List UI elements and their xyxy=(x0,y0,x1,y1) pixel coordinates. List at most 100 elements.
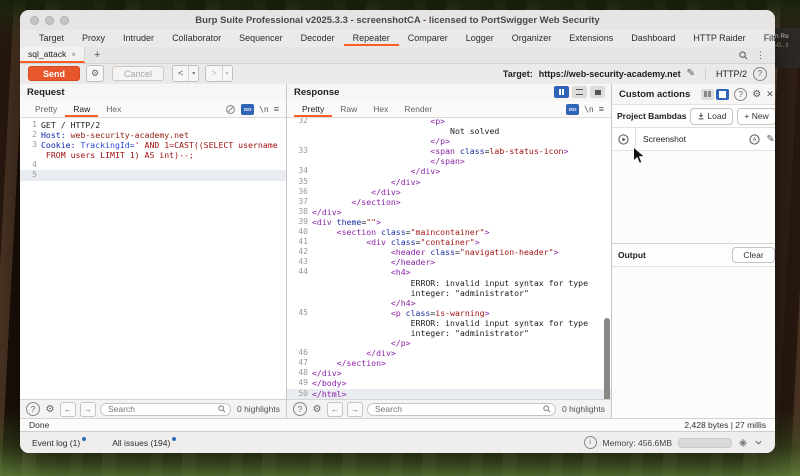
edit-target-pencil-icon[interactable]: ✎ xyxy=(687,68,695,79)
layout-single-button[interactable] xyxy=(590,86,605,98)
code-line[interactable]: 46 </div> xyxy=(287,348,611,358)
response-search-input[interactable] xyxy=(367,403,556,416)
close-panel-icon[interactable]: ✕ xyxy=(766,89,774,100)
menu-item-filtersextension[interactable]: FiltersExtension xyxy=(755,31,775,46)
code-line[interactable]: Not solved xyxy=(287,126,611,136)
custom-action-row[interactable]: Screenshot A ✎ xyxy=(612,128,775,151)
new-action-button[interactable]: + New xyxy=(737,108,775,125)
search-help-icon[interactable]: ? xyxy=(293,402,307,416)
response-scrollbar-thumb[interactable] xyxy=(604,318,610,399)
code-line[interactable]: 50</html> xyxy=(287,389,611,399)
menu-item-collaborator[interactable]: Collaborator xyxy=(163,31,230,46)
newline-toggle-icon[interactable]: \n xyxy=(259,105,269,114)
close-tab-icon[interactable]: × xyxy=(71,50,76,59)
charset-icon[interactable]: ISO xyxy=(566,104,579,115)
code-line[interactable]: 47 </section> xyxy=(287,358,611,368)
menu-item-logger[interactable]: Logger xyxy=(457,31,503,46)
all-issues-button[interactable]: All issues (194) xyxy=(112,438,176,448)
next-match-button[interactable]: → xyxy=(80,402,96,417)
code-line[interactable]: 3Cookie: TrackingId=' AND 1=CAST((SELECT… xyxy=(20,140,286,150)
request-tab-hex[interactable]: Hex xyxy=(98,102,129,117)
nonprintable-toggle-icon[interactable] xyxy=(225,104,236,115)
gear-icon[interactable]: ⚙ xyxy=(752,89,761,100)
code-line[interactable]: </p> xyxy=(287,338,611,348)
menu-item-dashboard[interactable]: Dashboard xyxy=(622,31,684,46)
tab-overflow-icon[interactable]: ⋮ xyxy=(756,50,765,61)
forward-dropdown-caret-icon[interactable]: ▾ xyxy=(222,66,232,81)
panel-menu-icon[interactable]: ≡ xyxy=(274,104,279,114)
response-viewer[interactable]: 32 <p> Not solved </p>33 <span class=lab… xyxy=(287,118,611,399)
newline-toggle-icon[interactable]: \n xyxy=(584,105,594,114)
menu-item-decoder[interactable]: Decoder xyxy=(292,31,344,46)
response-tab-raw[interactable]: Raw xyxy=(332,102,365,117)
garbage-collect-icon[interactable] xyxy=(738,438,748,448)
menu-item-comparer[interactable]: Comparer xyxy=(399,31,457,46)
auto-run-icon[interactable]: A xyxy=(749,134,760,145)
dock-left-button[interactable] xyxy=(701,89,714,100)
code-line[interactable]: </span> xyxy=(287,156,611,166)
code-line[interactable]: 49</body> xyxy=(287,378,611,388)
code-line[interactable]: integer: "administrator" xyxy=(287,328,611,338)
response-tab-render[interactable]: Render xyxy=(396,102,440,117)
response-tab-pretty[interactable]: Pretty xyxy=(294,102,332,117)
request-search-input[interactable] xyxy=(100,403,231,416)
search-help-icon[interactable]: ? xyxy=(26,402,40,416)
dock-right-button[interactable] xyxy=(716,89,729,100)
code-line[interactable]: 34 </div> xyxy=(287,166,611,176)
code-line[interactable]: 44 <h4> xyxy=(287,267,611,277)
run-action-cell[interactable] xyxy=(612,128,636,150)
menu-item-repeater[interactable]: Repeater xyxy=(344,31,399,46)
code-line[interactable]: FROM users LIMIT 1) AS int)--; xyxy=(20,150,286,160)
prev-match-button[interactable]: ← xyxy=(60,402,76,417)
event-log-button[interactable]: Event log (1) xyxy=(32,438,86,448)
load-button[interactable]: Load xyxy=(690,108,733,125)
code-line[interactable]: 38</div> xyxy=(287,207,611,217)
menu-item-target[interactable]: Target xyxy=(30,31,73,46)
prev-match-button[interactable]: ← xyxy=(327,402,343,417)
response-tab-hex[interactable]: Hex xyxy=(365,102,396,117)
code-line[interactable]: 35 </div> xyxy=(287,177,611,187)
layout-rows-button[interactable] xyxy=(572,86,587,98)
layout-columns-button[interactable] xyxy=(554,86,569,98)
code-line[interactable]: 43 </header> xyxy=(287,257,611,267)
request-tab-pretty[interactable]: Pretty xyxy=(27,102,65,117)
search-settings-gear-icon[interactable]: ⚙ xyxy=(44,403,56,415)
code-line[interactable]: 36 </div> xyxy=(287,187,611,197)
code-line[interactable]: </h4> xyxy=(287,298,611,308)
code-line[interactable]: 1GET / HTTP/2 xyxy=(20,120,286,130)
history-forward-button[interactable]: > ▾ xyxy=(205,65,232,82)
code-line[interactable]: 32 <p> xyxy=(287,118,611,126)
back-dropdown-caret-icon[interactable]: ▾ xyxy=(188,66,198,81)
chevron-down-icon[interactable] xyxy=(754,438,763,447)
send-settings-gear-button[interactable]: ⚙ xyxy=(86,65,104,82)
code-line[interactable]: 42 <header class="navigation-header"> xyxy=(287,247,611,257)
code-line[interactable]: 33 <span class=lab-status-icon> xyxy=(287,146,611,156)
next-match-button[interactable]: → xyxy=(347,402,363,417)
help-icon[interactable]: ? xyxy=(734,88,747,101)
panel-menu-icon[interactable]: ≡ xyxy=(599,104,604,114)
code-line[interactable]: 40 <section class="maincontainer"> xyxy=(287,227,611,237)
add-tab-button[interactable]: + xyxy=(85,47,109,63)
code-line[interactable]: ERROR: invalid input syntax for type xyxy=(287,318,611,328)
send-button[interactable]: Send xyxy=(28,66,80,81)
request-tab-raw[interactable]: Raw xyxy=(65,102,98,117)
search-settings-gear-icon[interactable]: ⚙ xyxy=(311,403,323,415)
request-editor[interactable]: 1GET / HTTP/22Host: web-security-academy… xyxy=(20,118,286,399)
menu-item-organizer[interactable]: Organizer xyxy=(503,31,561,46)
code-line[interactable]: 5 xyxy=(20,170,286,180)
menu-item-http-raider[interactable]: HTTP Raider xyxy=(684,31,754,46)
protocol-help-icon[interactable]: ? xyxy=(753,67,767,81)
code-line[interactable]: ERROR: invalid input syntax for type xyxy=(287,278,611,288)
code-line[interactable]: </p> xyxy=(287,136,611,146)
code-line[interactable]: 48</div> xyxy=(287,368,611,378)
repeater-tab-sql-attack[interactable]: sql_attack × xyxy=(20,47,85,63)
charset-icon[interactable]: ISO xyxy=(241,104,254,115)
code-line[interactable]: integer: "administrator" xyxy=(287,288,611,298)
code-line[interactable]: 2Host: web-security-academy.net xyxy=(20,130,286,140)
menu-item-extensions[interactable]: Extensions xyxy=(560,31,622,46)
menu-item-proxy[interactable]: Proxy xyxy=(73,31,114,46)
menu-item-sequencer[interactable]: Sequencer xyxy=(230,31,292,46)
edit-action-pencil-icon[interactable]: ✎ xyxy=(766,134,774,145)
cancel-button[interactable]: Cancel xyxy=(112,66,164,81)
history-back-button[interactable]: < ▾ xyxy=(172,65,199,82)
